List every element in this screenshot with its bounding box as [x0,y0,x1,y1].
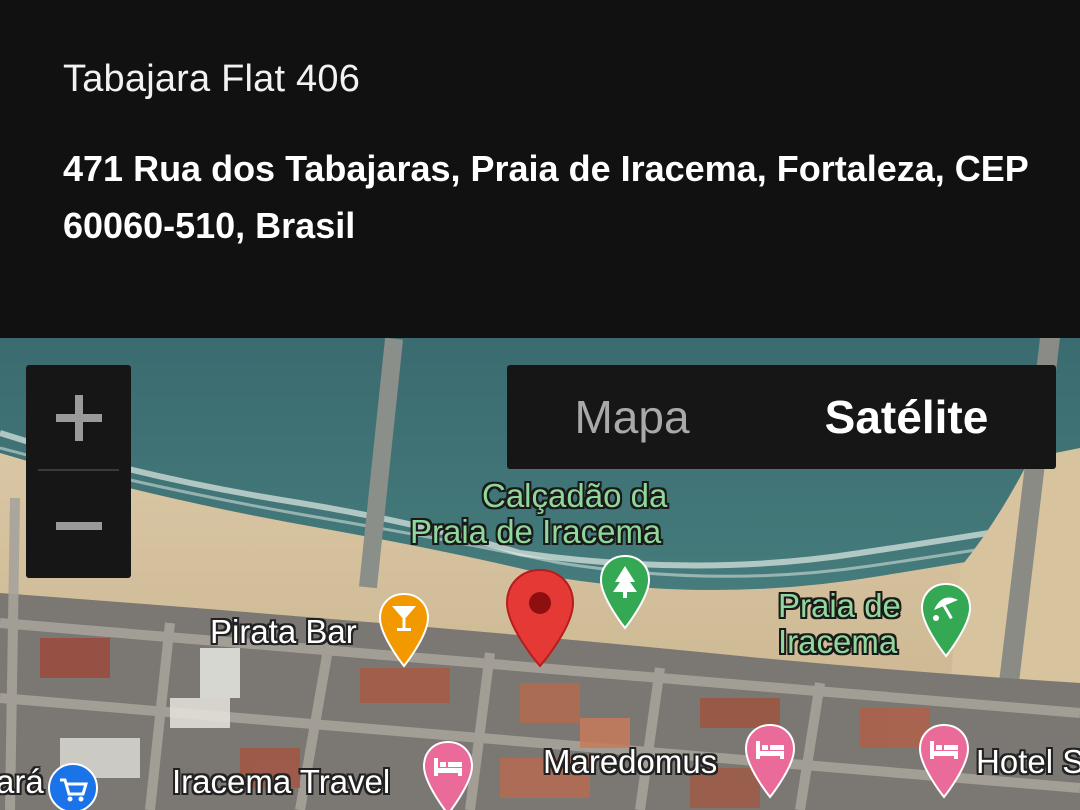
hotel-marker-iracema-travel[interactable] [422,740,474,810]
satellite-view-button[interactable]: Satélite [757,365,1056,469]
place-address: 471 Rua dos Tabajaras, Praia de Iracema,… [63,148,1029,246]
left-partial-label: ará [0,763,44,800]
calcadao-label-line1: Calçadão da [482,477,668,514]
pirata-bar-label[interactable]: Pirata Bar [210,614,357,650]
zoom-in-button[interactable] [26,365,131,470]
praia-iracema-label-line1: Praia de [778,587,901,624]
place-name: Tabajara Flat 406 [63,58,361,100]
shopping-marker[interactable] [47,762,99,810]
place-header: Tabajara Flat 406 471 Rua dos Tabajaras,… [0,0,1080,338]
hotel-marker-right[interactable] [918,723,970,799]
satellite-map[interactable]: Mapa Satélite Calçadão da Praia de Irace… [0,338,1080,810]
calcadao-label-line2: Praia de Iracema [410,513,662,550]
praia-iracema-label-line2: Iracema [778,623,898,660]
bar-marker[interactable] [378,592,430,668]
zoom-out-button[interactable] [26,473,131,578]
zoom-controls [26,365,131,578]
beach-marker[interactable] [920,582,972,658]
location-marker[interactable] [505,568,575,668]
plus-icon [55,394,102,441]
hotel-marker-maredomus[interactable] [744,723,796,799]
zoom-divider [38,469,119,471]
map-type-toggle: Mapa Satélite [507,365,1056,469]
park-marker[interactable] [599,554,651,630]
map-view-button[interactable]: Mapa [507,365,757,469]
hotel-label[interactable]: Hotel S [976,744,1080,780]
iracema-travel-label[interactable]: Iracema Travel [172,764,390,800]
minus-icon [55,521,102,530]
maredomus-label[interactable]: Maredomus [543,744,717,780]
